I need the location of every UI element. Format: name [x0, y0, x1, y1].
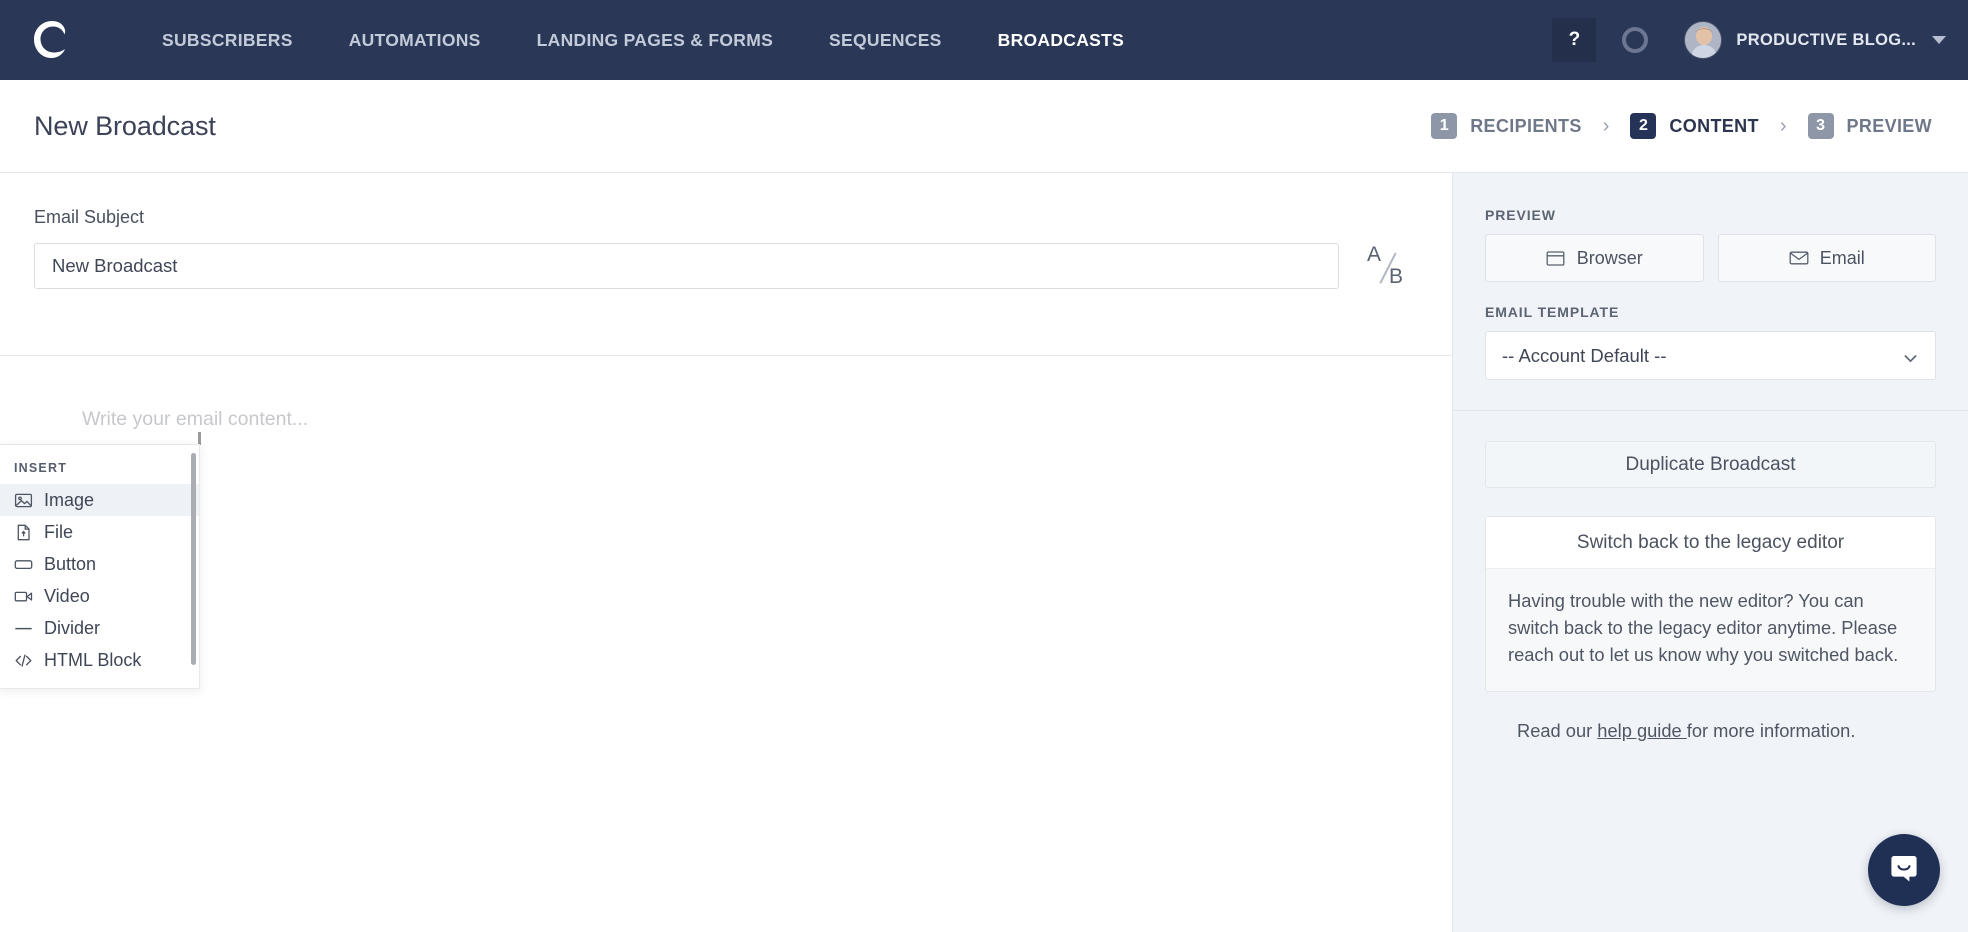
body-split: Email Subject A B Write your email conte… — [0, 173, 1968, 932]
envelope-icon — [1789, 249, 1809, 267]
top-navigation-bar: SUBSCRIBERS AUTOMATIONS LANDING PAGES & … — [0, 0, 1968, 80]
nav-item-label: SEQUENCES — [829, 29, 942, 50]
insert-menu-title: INSERT — [14, 461, 68, 475]
legacy-editor-description: Having trouble with the new editor? You … — [1508, 590, 1899, 665]
email-template-label: EMAIL TEMPLATE — [1485, 304, 1620, 320]
step-indicator: 1 RECIPIENTS › 2 CONTENT › 3 PREVIEW — [1431, 113, 1932, 139]
nav-right-cluster: ? PRODUCTIVE BLOG... — [1552, 18, 1946, 62]
ab-test-b-label: B — [1389, 265, 1404, 288]
email-subject-input[interactable] — [34, 243, 1339, 289]
page-header: New Broadcast 1 RECIPIENTS › 2 CONTENT ›… — [0, 80, 1968, 173]
convertkit-logo-icon[interactable] — [28, 16, 76, 64]
insert-menu: INSERT Image File Button Video Divider H… — [0, 444, 200, 689]
subject-area: Email Subject A B — [0, 173, 1452, 356]
legacy-editor-card: Switch back to the legacy editor Having … — [1485, 516, 1936, 692]
nav-item-sequences[interactable]: SEQUENCES — [801, 2, 970, 79]
preview-browser-button[interactable]: Browser — [1485, 234, 1704, 282]
step-separator: › — [1779, 114, 1787, 137]
duplicate-broadcast-button[interactable]: Duplicate Broadcast — [1485, 441, 1936, 488]
code-icon — [14, 651, 33, 670]
avatar — [1684, 21, 1723, 59]
nav-item-label: LANDING PAGES & FORMS — [536, 29, 774, 50]
insert-item-label: Video — [44, 585, 90, 606]
insert-item-label: Divider — [44, 617, 101, 638]
right-sidebar: PREVIEW Browser Email EMAIL TEMPLATE -- … — [1452, 173, 1968, 932]
email-content-editor[interactable]: Write your email content... INSERT Image — [0, 356, 1452, 932]
step-label: PREVIEW — [1846, 115, 1932, 136]
step-preview[interactable]: 3 PREVIEW — [1807, 113, 1932, 139]
insert-item-label: Button — [44, 553, 97, 574]
email-template-select[interactable]: -- Account Default -- — [1485, 331, 1936, 380]
video-icon — [14, 587, 33, 606]
nav-item-label: BROADCASTS — [997, 29, 1125, 50]
ab-test-toggle[interactable]: A B — [1363, 243, 1419, 291]
insert-item-label: Image — [44, 489, 95, 510]
insert-item-divider[interactable]: Divider — [0, 612, 199, 644]
nav-items: SUBSCRIBERS AUTOMATIONS LANDING PAGES & … — [134, 2, 1152, 79]
ab-test-a-label: A — [1367, 243, 1382, 266]
step-label: CONTENT — [1669, 115, 1759, 136]
intercom-chat-button[interactable] — [1868, 834, 1940, 906]
switch-legacy-editor-label: Switch back to the legacy editor — [1576, 531, 1845, 553]
insert-item-image[interactable]: Image — [0, 484, 199, 516]
help-guide-suffix: for more information. — [1686, 719, 1856, 741]
ring-icon[interactable] — [1622, 27, 1649, 53]
step-content[interactable]: 2 CONTENT — [1630, 113, 1759, 139]
help-button[interactable]: ? — [1552, 18, 1597, 62]
nav-item-subscribers[interactable]: SUBSCRIBERS — [134, 2, 321, 79]
image-icon — [14, 491, 33, 510]
insert-menu-scrollbar[interactable] — [191, 453, 196, 665]
help-guide-text: Read our help guide for more information… — [1485, 692, 1936, 742]
preview-section-label: PREVIEW — [1485, 207, 1556, 223]
nav-item-label: SUBSCRIBERS — [162, 29, 293, 50]
nav-item-automations[interactable]: AUTOMATIONS — [321, 2, 509, 79]
subject-label: Email Subject — [34, 207, 145, 227]
preview-buttons: Browser Email — [1485, 234, 1936, 282]
help-button-label: ? — [1568, 29, 1581, 50]
nav-item-landing-pages-forms[interactable]: LANDING PAGES & FORMS — [509, 2, 801, 79]
insert-item-label: HTML Block — [44, 649, 142, 670]
insert-item-button[interactable]: Button — [0, 548, 199, 580]
step-number-badge: 1 — [1431, 113, 1458, 139]
email-template-value: -- Account Default -- — [1502, 344, 1667, 366]
duplicate-broadcast-label: Duplicate Broadcast — [1625, 453, 1796, 475]
editor-column: Email Subject A B Write your email conte… — [0, 173, 1452, 932]
preview-button-label: Browser — [1576, 247, 1643, 268]
step-separator: › — [1602, 114, 1610, 137]
preview-email-button[interactable]: Email — [1717, 234, 1936, 282]
button-icon — [14, 555, 33, 574]
content-placeholder: Write your email content... — [82, 408, 309, 430]
nav-item-label: AUTOMATIONS — [348, 29, 481, 50]
sidebar-actions: Duplicate Broadcast Switch back to the l… — [1453, 411, 1968, 742]
chevron-down-icon — [1932, 36, 1946, 44]
step-number-badge: 3 — [1807, 113, 1834, 139]
divider-icon — [14, 619, 33, 638]
insert-item-file[interactable]: File — [0, 516, 199, 548]
nav-item-broadcasts[interactable]: BROADCASTS — [970, 2, 1152, 79]
insert-item-video[interactable]: Video — [0, 580, 199, 612]
subject-row: A B — [34, 243, 1452, 291]
chevron-down-icon — [1903, 349, 1918, 364]
page-title: New Broadcast — [34, 110, 216, 141]
help-guide-link[interactable]: help guide — [1597, 720, 1686, 741]
step-recipients[interactable]: 1 RECIPIENTS — [1431, 113, 1582, 139]
file-upload-icon — [14, 523, 33, 542]
browser-window-icon — [1546, 249, 1566, 267]
insert-item-label: File — [44, 521, 74, 542]
step-number-badge: 2 — [1630, 113, 1657, 139]
help-guide-prefix: Read our — [1517, 719, 1598, 741]
chat-bubble-icon — [1887, 851, 1921, 890]
switch-legacy-editor-button[interactable]: Switch back to the legacy editor — [1486, 517, 1935, 569]
preview-button-label: Email — [1819, 247, 1865, 268]
insert-item-html-block[interactable]: HTML Block — [0, 644, 199, 676]
preview-section: PREVIEW Browser Email EMAIL TEMPLATE -- … — [1453, 173, 1968, 411]
account-menu[interactable]: PRODUCTIVE BLOG... — [1684, 21, 1946, 59]
step-label: RECIPIENTS — [1470, 115, 1582, 136]
account-name: PRODUCTIVE BLOG... — [1736, 30, 1916, 49]
